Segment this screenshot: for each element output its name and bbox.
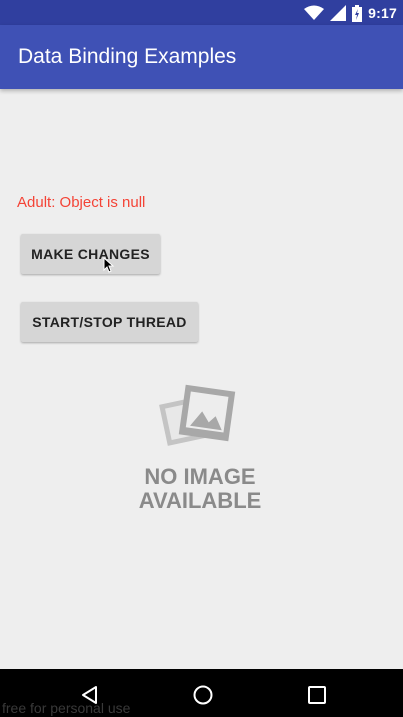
start-stop-thread-button[interactable]: START/STOP THREAD — [21, 302, 198, 342]
home-icon[interactable] — [191, 683, 215, 707]
status-time: 9:17 — [368, 5, 397, 21]
app-bar: Data Binding Examples — [0, 25, 403, 89]
make-changes-button[interactable]: MAKE CHANGES — [21, 234, 160, 274]
battery-icon — [352, 4, 363, 22]
wifi-icon — [304, 5, 325, 20]
app-title: Data Binding Examples — [18, 45, 237, 68]
adult-status-text: Adult: Object is null — [17, 194, 146, 211]
status-bar: 9:17 — [0, 0, 403, 25]
recents-icon[interactable] — [305, 683, 329, 707]
mouse-cursor-icon — [103, 257, 115, 273]
watermark-text: free for personal use — [2, 700, 131, 716]
signal-icon — [330, 5, 347, 21]
no-image-placeholder: NO IMAGE AVAILABLE — [139, 384, 262, 513]
no-image-line2: AVAILABLE — [139, 488, 262, 513]
photo-icon — [159, 384, 236, 446]
status-icons: 9:17 — [304, 3, 397, 23]
no-image-line1: NO IMAGE — [144, 464, 255, 489]
